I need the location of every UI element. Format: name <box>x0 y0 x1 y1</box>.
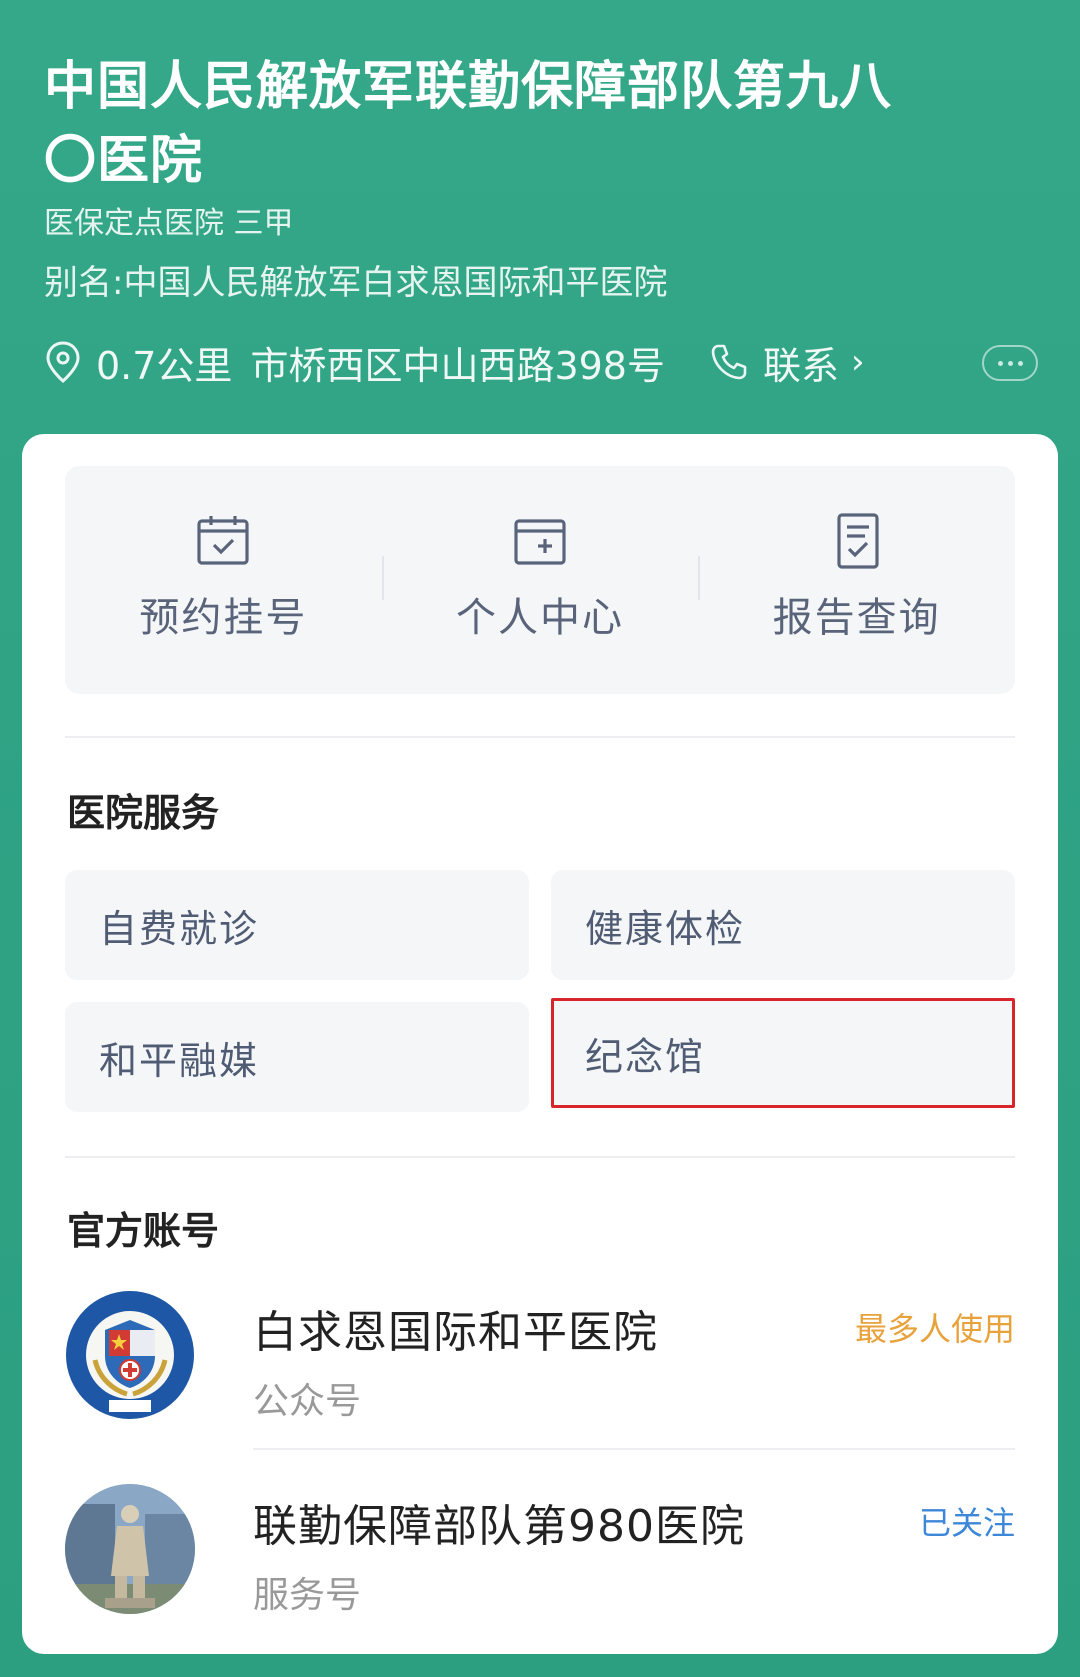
quick-actions: 预约挂号 个人中心 报告查询 <box>65 466 1015 694</box>
divider <box>65 736 1015 738</box>
quick-action-report[interactable]: 报告查询 <box>698 466 1015 694</box>
hospital-alias: 别名:中国人民解放军白求恩国际和平医院 <box>44 263 668 303</box>
account-badge: 已关注 <box>918 1504 1015 1542</box>
more-dot-icon <box>1017 360 1023 366</box>
calendar-check-icon <box>197 516 249 565</box>
service-health-checkup[interactable]: 健康体检 <box>551 870 1015 980</box>
more-dot-icon <box>997 360 1003 366</box>
quick-action-label: 报告查询 <box>772 595 941 641</box>
phone-icon <box>711 344 747 380</box>
hospital-card: 预约挂号 个人中心 报告查询 医院服务 自费就诊 健康体检 和平融媒 纪念馆 官… <box>22 434 1058 1654</box>
emblem-icon <box>66 1291 194 1419</box>
contact-link[interactable]: 联系 <box>763 335 839 390</box>
folder-plus-icon <box>514 519 566 565</box>
address-text: 市桥西区中山西路398号 <box>250 343 665 388</box>
services-title: 医院服务 <box>67 791 220 835</box>
chevron-right-icon: › <box>850 342 865 382</box>
more-options-button[interactable] <box>982 345 1038 381</box>
hospital-emblem-avatar <box>65 1290 195 1420</box>
quick-action-label: 预约挂号 <box>139 595 308 641</box>
statue-photo-icon <box>65 1484 195 1614</box>
more-dot-icon <box>1007 360 1013 366</box>
account-type: 公众号 <box>253 1381 362 1422</box>
hospital-name: 中国人民解放军联勤保障部队第九八〇医院 <box>44 57 893 191</box>
service-peace-media[interactable]: 和平融媒 <box>65 1002 529 1112</box>
divider <box>253 1448 1015 1450</box>
report-document-icon <box>837 513 879 569</box>
hospital-statue-avatar <box>65 1484 195 1614</box>
divider <box>65 1156 1015 1158</box>
quick-action-personal-center[interactable]: 个人中心 <box>381 466 699 694</box>
hospital-header: 中国人民解放军联勤保障部队第九八〇医院 医保定点医院 三甲 别名:中国人民解放军… <box>44 50 1050 306</box>
account-name: 联勤保障部队第980医院 <box>253 1501 745 1552</box>
account-badge: 最多人使用 <box>854 1310 1015 1348</box>
address-row[interactable]: 0.7公里 市桥西区中山西路398号 联系 › <box>44 336 1038 388</box>
quick-action-appointment[interactable]: 预约挂号 <box>65 466 382 694</box>
accounts-title: 官方账号 <box>67 1209 220 1253</box>
account-type: 服务号 <box>253 1575 362 1616</box>
distance-text: 0.7公里 <box>96 343 233 388</box>
account-item[interactable]: 联勤保障部队第980医院 服务号 已关注 <box>65 1476 1015 1626</box>
service-memorial-hall[interactable]: 纪念馆 <box>551 998 1015 1108</box>
location-pin-icon <box>46 341 80 383</box>
hospital-tags: 医保定点医院 三甲 <box>44 206 294 241</box>
service-self-pay[interactable]: 自费就诊 <box>65 870 529 980</box>
quick-action-label: 个人中心 <box>456 595 624 641</box>
account-item[interactable]: 白求恩国际和平医院 公众号 最多人使用 <box>65 1282 1015 1432</box>
account-name: 白求恩国际和平医院 <box>253 1307 658 1358</box>
